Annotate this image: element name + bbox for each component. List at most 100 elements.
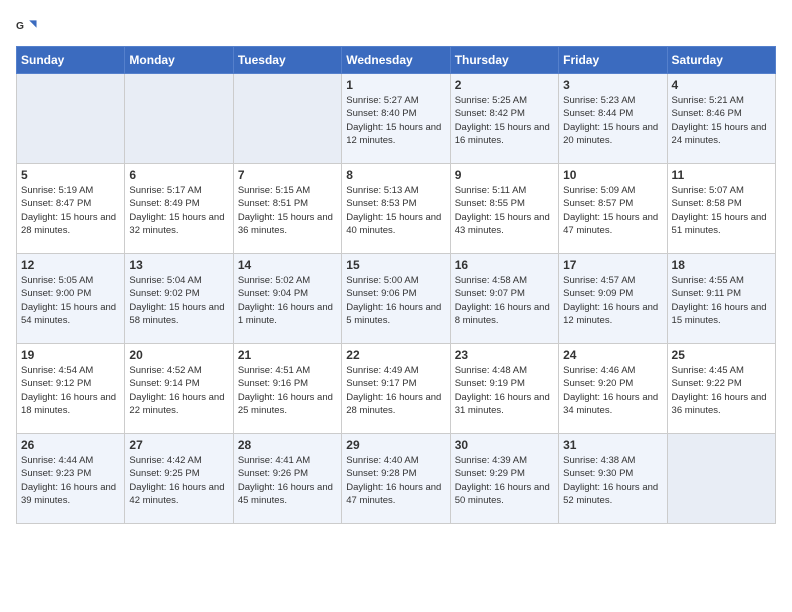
day-info: Sunrise: 4:41 AM Sunset: 9:26 PM Dayligh…	[238, 454, 337, 507]
day-number: 3	[563, 78, 662, 92]
day-number: 14	[238, 258, 337, 272]
calendar-cell: 22Sunrise: 4:49 AM Sunset: 9:17 PM Dayli…	[342, 344, 450, 434]
day-info: Sunrise: 5:25 AM Sunset: 8:42 PM Dayligh…	[455, 94, 554, 147]
calendar-cell: 9Sunrise: 5:11 AM Sunset: 8:55 PM Daylig…	[450, 164, 558, 254]
weekday-header-wednesday: Wednesday	[342, 47, 450, 74]
day-info: Sunrise: 5:21 AM Sunset: 8:46 PM Dayligh…	[672, 94, 771, 147]
day-number: 15	[346, 258, 445, 272]
calendar-cell	[667, 434, 775, 524]
day-number: 31	[563, 438, 662, 452]
header: G	[16, 16, 776, 38]
day-info: Sunrise: 4:52 AM Sunset: 9:14 PM Dayligh…	[129, 364, 228, 417]
calendar-cell: 16 Sunrise: 4:58 AM Sunset: 9:07 PM Dayli…	[450, 254, 558, 344]
day-number: 6	[129, 168, 228, 182]
calendar-week-row: 12Sunrise: 5:05 AM Sunset: 9:00 PM Dayli…	[17, 254, 776, 344]
day-number: 5	[21, 168, 120, 182]
calendar-cell: 27 Sunrise: 4:42 AM Sunset: 9:25 PM Dayli…	[125, 434, 233, 524]
calendar-cell: 26 Sunrise: 4:44 AM Sunset: 9:23 PM Dayli…	[17, 434, 125, 524]
day-info: Sunrise: 5:11 AM Sunset: 8:55 PM Dayligh…	[455, 184, 554, 237]
calendar-cell	[125, 74, 233, 164]
calendar-week-row: 5 Sunrise: 5:19 AM Sunset: 8:47 PM Daylig…	[17, 164, 776, 254]
day-info: Sunrise: 5:04 AM Sunset: 9:02 PM Dayligh…	[129, 274, 228, 327]
day-number: 30	[455, 438, 554, 452]
day-info: Sunrise: 4:54 AM Sunset: 9:12 PM Dayligh…	[21, 364, 120, 417]
calendar-cell: 3 Sunrise: 5:23 AM Sunset: 8:44 PM Daylig…	[559, 74, 667, 164]
calendar-table: SundayMondayTuesdayWednesdayThursdayFrid…	[16, 46, 776, 524]
calendar-cell: 25 Sunrise: 4:45 AM Sunset: 9:22 PM Dayli…	[667, 344, 775, 434]
calendar-cell: 13 Sunrise: 5:04 AM Sunset: 9:02 PM Dayli…	[125, 254, 233, 344]
calendar-cell: 30Sunrise: 4:39 AM Sunset: 9:29 PM Dayli…	[450, 434, 558, 524]
day-number: 2	[455, 78, 554, 92]
day-info: Sunrise: 4:58 AM Sunset: 9:07 PM Dayligh…	[455, 274, 554, 327]
day-number: 4	[672, 78, 771, 92]
calendar-cell: 18 Sunrise: 4:55 AM Sunset: 9:11 PM Dayli…	[667, 254, 775, 344]
day-number: 25	[672, 348, 771, 362]
calendar-cell: 14 Sunrise: 5:02 AM Sunset: 9:04 PM Dayli…	[233, 254, 341, 344]
day-info: Sunrise: 4:49 AM Sunset: 9:17 PM Dayligh…	[346, 364, 445, 417]
day-info: Sunrise: 4:55 AM Sunset: 9:11 PM Dayligh…	[672, 274, 771, 327]
day-number: 13	[129, 258, 228, 272]
day-info: Sunrise: 4:46 AM Sunset: 9:20 PM Dayligh…	[563, 364, 662, 417]
day-info: Sunrise: 4:51 AM Sunset: 9:16 PM Dayligh…	[238, 364, 337, 417]
calendar-cell: 15 Sunrise: 5:00 AM Sunset: 9:06 PM Dayli…	[342, 254, 450, 344]
calendar-cell: 11Sunrise: 5:07 AM Sunset: 8:58 PM Dayli…	[667, 164, 775, 254]
calendar-cell: 23Sunrise: 4:48 AM Sunset: 9:19 PM Dayli…	[450, 344, 558, 434]
calendar-cell: 19Sunrise: 4:54 AM Sunset: 9:12 PM Dayli…	[17, 344, 125, 434]
calendar-cell: 4 Sunrise: 5:21 AM Sunset: 8:46 PM Daylig…	[667, 74, 775, 164]
calendar-cell	[17, 74, 125, 164]
day-number: 18	[672, 258, 771, 272]
day-info: Sunrise: 5:09 AM Sunset: 8:57 PM Dayligh…	[563, 184, 662, 237]
calendar-cell: 7 Sunrise: 5:15 AM Sunset: 8:51 PM Daylig…	[233, 164, 341, 254]
day-number: 11	[672, 168, 771, 182]
calendar-week-row: 1 Sunrise: 5:27 AM Sunset: 8:40 PM Daylig…	[17, 74, 776, 164]
day-info: Sunrise: 4:42 AM Sunset: 9:25 PM Dayligh…	[129, 454, 228, 507]
calendar-cell: 6 Sunrise: 5:17 AM Sunset: 8:49 PM Daylig…	[125, 164, 233, 254]
day-info: Sunrise: 4:38 AM Sunset: 9:30 PM Dayligh…	[563, 454, 662, 507]
weekday-header-row: SundayMondayTuesdayWednesdayThursdayFrid…	[17, 47, 776, 74]
day-info: Sunrise: 4:48 AM Sunset: 9:19 PM Dayligh…	[455, 364, 554, 417]
calendar-cell: 1 Sunrise: 5:27 AM Sunset: 8:40 PM Daylig…	[342, 74, 450, 164]
day-info: Sunrise: 4:44 AM Sunset: 9:23 PM Dayligh…	[21, 454, 120, 507]
calendar-cell: 20Sunrise: 4:52 AM Sunset: 9:14 PM Dayli…	[125, 344, 233, 434]
day-number: 17	[563, 258, 662, 272]
day-number: 12	[21, 258, 120, 272]
weekday-header-friday: Friday	[559, 47, 667, 74]
calendar-cell: 31 Sunrise: 4:38 AM Sunset: 9:30 PM Dayli…	[559, 434, 667, 524]
weekday-header-monday: Monday	[125, 47, 233, 74]
calendar-cell: 8Sunrise: 5:13 AM Sunset: 8:53 PM Daylig…	[342, 164, 450, 254]
day-info: Sunrise: 4:45 AM Sunset: 9:22 PM Dayligh…	[672, 364, 771, 417]
weekday-header-sunday: Sunday	[17, 47, 125, 74]
calendar-cell: 2 Sunrise: 5:25 AM Sunset: 8:42 PM Daylig…	[450, 74, 558, 164]
day-info: Sunrise: 5:19 AM Sunset: 8:47 PM Dayligh…	[21, 184, 120, 237]
weekday-header-thursday: Thursday	[450, 47, 558, 74]
day-info: Sunrise: 5:15 AM Sunset: 8:51 PM Dayligh…	[238, 184, 337, 237]
day-number: 27	[129, 438, 228, 452]
calendar-week-row: 26 Sunrise: 4:44 AM Sunset: 9:23 PM Dayli…	[17, 434, 776, 524]
day-info: Sunrise: 5:02 AM Sunset: 9:04 PM Dayligh…	[238, 274, 337, 327]
calendar-cell: 5 Sunrise: 5:19 AM Sunset: 8:47 PM Daylig…	[17, 164, 125, 254]
logo: G	[16, 16, 42, 38]
day-number: 10	[563, 168, 662, 182]
logo-icon: G	[16, 16, 38, 38]
day-info: Sunrise: 4:57 AM Sunset: 9:09 PM Dayligh…	[563, 274, 662, 327]
calendar-week-row: 19Sunrise: 4:54 AM Sunset: 9:12 PM Dayli…	[17, 344, 776, 434]
day-number: 1	[346, 78, 445, 92]
day-info: Sunrise: 5:13 AM Sunset: 8:53 PM Dayligh…	[346, 184, 445, 237]
day-number: 7	[238, 168, 337, 182]
day-info: Sunrise: 5:17 AM Sunset: 8:49 PM Dayligh…	[129, 184, 228, 237]
day-info: Sunrise: 5:00 AM Sunset: 9:06 PM Dayligh…	[346, 274, 445, 327]
day-number: 29	[346, 438, 445, 452]
calendar-cell: 24 Sunrise: 4:46 AM Sunset: 9:20 PM Dayli…	[559, 344, 667, 434]
day-number: 24	[563, 348, 662, 362]
day-info: Sunrise: 5:27 AM Sunset: 8:40 PM Dayligh…	[346, 94, 445, 147]
calendar-cell: 28Sunrise: 4:41 AM Sunset: 9:26 PM Dayli…	[233, 434, 341, 524]
calendar-cell: 21 Sunrise: 4:51 AM Sunset: 9:16 PM Dayli…	[233, 344, 341, 434]
day-number: 21	[238, 348, 337, 362]
svg-text:G: G	[16, 21, 24, 32]
day-info: Sunrise: 5:23 AM Sunset: 8:44 PM Dayligh…	[563, 94, 662, 147]
calendar-cell	[233, 74, 341, 164]
calendar-cell: 10 Sunrise: 5:09 AM Sunset: 8:57 PM Dayli…	[559, 164, 667, 254]
day-number: 16	[455, 258, 554, 272]
day-number: 26	[21, 438, 120, 452]
calendar-cell: 12Sunrise: 5:05 AM Sunset: 9:00 PM Dayli…	[17, 254, 125, 344]
